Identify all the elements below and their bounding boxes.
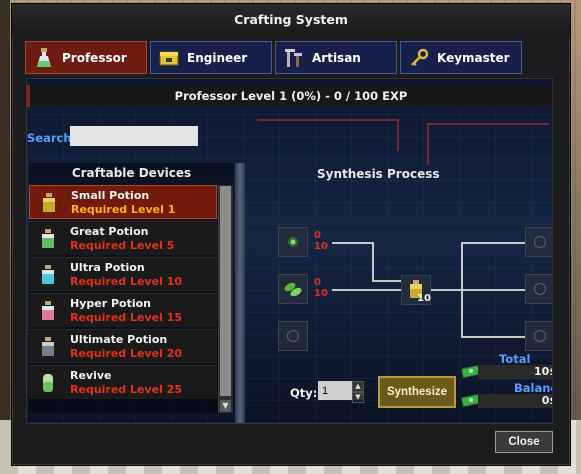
ingredient-slot[interactable] [278, 227, 308, 257]
potion-icon [34, 47, 54, 69]
grey-potion-icon [42, 337, 54, 356]
tab-label: Artisan [312, 50, 361, 65]
stepper-down-icon[interactable]: ▼ [352, 392, 364, 403]
item-name: Small Potion [71, 189, 150, 202]
list-item-ultimate-potion[interactable]: Ultimate Potion Required Level 20 [29, 329, 217, 363]
qty-label: Qty: [290, 386, 318, 400]
connector-line [461, 289, 525, 291]
pink-potion-icon [42, 301, 54, 320]
empty-output-slot[interactable] [525, 321, 552, 351]
scroll-thumb[interactable] [220, 186, 231, 396]
leaf-icon [284, 282, 302, 297]
item-name: Great Potion [70, 225, 149, 238]
item-requirement: Required Level 10 [70, 275, 183, 288]
list-item-hyper-potion[interactable]: Hyper Potion Required Level 15 [29, 293, 217, 327]
box-icon [159, 47, 179, 69]
green-potion-icon [42, 229, 54, 248]
empty-ingredient-slot[interactable] [278, 321, 308, 351]
item-name: Ultimate Potion [70, 333, 168, 346]
balance-label: Balance [514, 381, 552, 395]
search-input[interactable] [70, 126, 198, 146]
crafting-window: Crafting System Professor Engineer Artis… [11, 3, 571, 466]
connector-line [461, 242, 525, 244]
item-requirement: Required Level 25 [70, 383, 183, 396]
ingredient-slot[interactable] [278, 274, 308, 304]
tab-label: Keymaster [437, 50, 510, 65]
search-label: Search [27, 131, 72, 145]
total-cost-value: 10$ [478, 365, 552, 379]
content-panel: Professor Level 1 (0%) - 0 / 100 EXP Sea… [26, 78, 553, 424]
quantity-input[interactable] [318, 381, 352, 400]
tab-engineer[interactable]: Engineer [150, 41, 272, 74]
connector-line [431, 289, 461, 291]
tab-professor[interactable]: Professor [25, 41, 147, 74]
panel-divider [235, 163, 245, 423]
cyan-potion-icon [42, 265, 54, 284]
balance-value: 0$ [478, 394, 552, 408]
connector-line [332, 289, 402, 291]
level-progress-text: Professor Level 1 (0%) - 0 / 100 EXP [27, 85, 552, 107]
item-requirement: Required Level 15 [70, 311, 183, 324]
empty-output-slot[interactable] [525, 274, 552, 304]
connector-line [372, 280, 402, 282]
synthesize-button[interactable]: Synthesize [378, 376, 456, 408]
empty-output-slot[interactable] [525, 227, 552, 257]
yellow-potion-icon [43, 193, 55, 212]
circuit-decoration [257, 119, 399, 151]
list-scrollbar[interactable]: ▼ [218, 185, 233, 413]
output-count: 10 [417, 293, 431, 304]
scroll-down-arrow-icon[interactable]: ▼ [220, 400, 231, 412]
connector-line [461, 336, 525, 338]
stepper-up-icon[interactable]: ▲ [352, 381, 364, 392]
green-gem-icon [288, 237, 298, 247]
item-requirement: Required Level 1 [71, 203, 176, 216]
item-name: Hyper Potion [70, 297, 152, 310]
connector-line [332, 242, 372, 244]
ingredient-need-count: 10 [314, 288, 328, 299]
close-button[interactable]: Close [495, 431, 553, 453]
list-item-great-potion[interactable]: Great Potion Required Level 5 [29, 221, 217, 255]
list-item-small-potion[interactable]: Small Potion Required Level 1 [29, 185, 217, 219]
circuit-decoration [427, 123, 549, 165]
window-title: Crafting System [12, 4, 570, 36]
item-name: Revive [70, 369, 112, 382]
list-item-revive[interactable]: Revive Required Level 25 [29, 365, 217, 399]
tab-label: Professor [62, 50, 127, 65]
revive-icon [43, 374, 53, 392]
synthesis-title: Synthesis Process [317, 167, 440, 181]
list-item-ultra-potion[interactable]: Ultra Potion Required Level 10 [29, 257, 217, 291]
item-name: Ultra Potion [70, 261, 145, 274]
ingredient-have-count: 0 [314, 277, 321, 288]
tools-icon [284, 47, 304, 69]
ingredient-have-count: 0 [314, 230, 321, 241]
item-requirement: Required Level 20 [70, 347, 183, 360]
key-icon [409, 47, 429, 69]
ingredient-need-count: 10 [314, 241, 328, 252]
tab-label: Engineer [187, 50, 248, 65]
tab-artisan[interactable]: Artisan [275, 41, 397, 74]
tab-keymaster[interactable]: Keymaster [400, 41, 522, 74]
quantity-stepper[interactable]: ▲ ▼ [352, 381, 364, 403]
item-requirement: Required Level 5 [70, 239, 175, 252]
craftable-devices-panel: Craftable Devices Small Potion Required … [29, 163, 234, 413]
connector-line [372, 242, 374, 282]
devices-title: Craftable Devices [71, 166, 192, 180]
